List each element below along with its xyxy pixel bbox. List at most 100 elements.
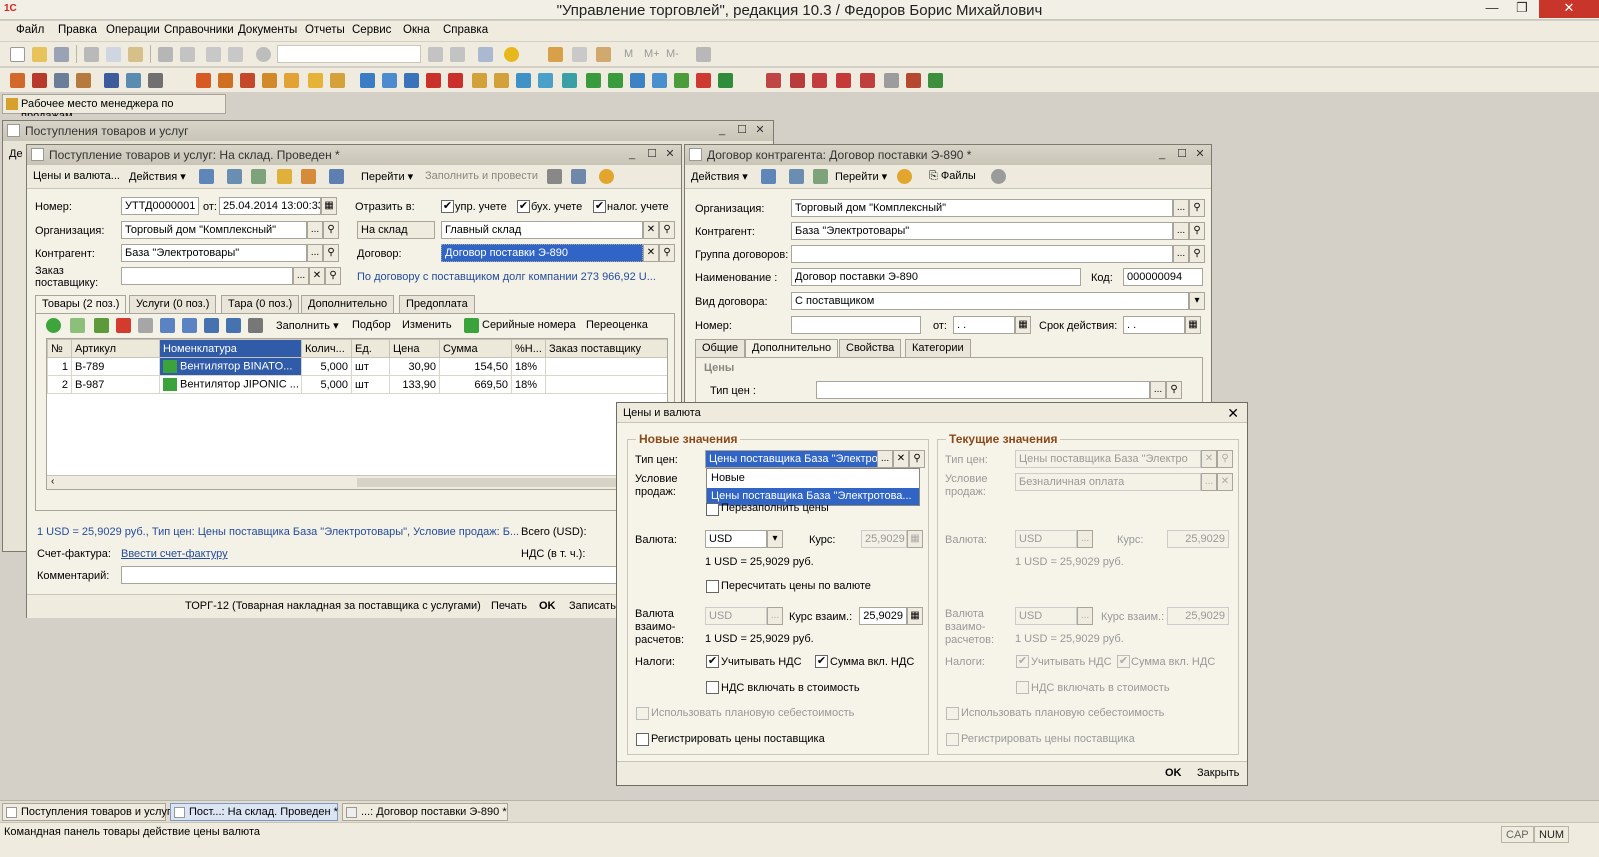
minimize-button[interactable]: — — [1477, 0, 1507, 18]
number-field[interactable]: УТТД0000001 — [121, 197, 199, 215]
close-button[interactable]: ✕ — [1539, 0, 1599, 18]
close-button[interactable]: ✕ — [1193, 147, 1207, 161]
open-icon[interactable] — [32, 47, 47, 62]
purchase-icon-4[interactable] — [426, 73, 441, 88]
warehouse-icon-2[interactable] — [586, 73, 601, 88]
maximize-button[interactable]: ☐ — [735, 123, 749, 137]
contract-number-field[interactable] — [791, 316, 921, 334]
warehouse-icon-4[interactable] — [630, 73, 645, 88]
tax-accounting-checkbox[interactable]: ✔ — [593, 200, 606, 213]
menu-operations[interactable]: Операции — [106, 24, 160, 36]
search-icon[interactable]: ⚲ — [1189, 245, 1205, 263]
new-icon[interactable] — [10, 47, 25, 62]
org-field[interactable]: Торговый дом "Комплексный" — [121, 221, 307, 239]
add-icon[interactable] — [46, 318, 61, 333]
recalc-checkbox[interactable] — [706, 580, 719, 593]
purchase-icon-8[interactable] — [516, 73, 531, 88]
clear-button[interactable]: ✕ — [643, 221, 659, 239]
price-type-field[interactable] — [816, 381, 1150, 399]
debt-link[interactable]: По договору с поставщиком долг компании … — [357, 271, 656, 283]
contractor-field[interactable]: База "Электротовары" — [121, 244, 307, 262]
tab-additional[interactable]: Дополнительно — [301, 295, 395, 313]
fill-icon[interactable] — [277, 169, 292, 184]
files-button[interactable]: ⎘ Файлы — [929, 170, 976, 183]
minimize-button[interactable]: _ — [715, 123, 729, 137]
close-icon[interactable]: ✕ — [1227, 405, 1239, 422]
tab-services[interactable]: Услуги (0 поз.) — [129, 295, 217, 313]
calculator-icon[interactable]: ▦ — [907, 607, 923, 625]
comment-field[interactable] — [121, 566, 617, 584]
report-icon[interactable] — [329, 169, 344, 184]
menu-documents[interactable]: Документы — [238, 24, 297, 36]
edit-icon[interactable] — [94, 318, 109, 333]
col-nomenclature[interactable]: Номенклатура — [159, 339, 302, 358]
search-icon[interactable]: ⚲ — [323, 221, 339, 239]
col-price[interactable]: Цена — [389, 339, 440, 358]
money-icon-7[interactable] — [906, 73, 921, 88]
copy-doc-icon[interactable] — [813, 169, 828, 184]
register-prices-checkbox[interactable] — [636, 733, 649, 746]
search-icon[interactable]: ⚲ — [909, 450, 925, 468]
chevron-down-icon[interactable]: ▾ — [767, 530, 783, 548]
contractor-select-button[interactable]: ... — [307, 244, 323, 262]
tab-containers[interactable]: Тара (0 поз.) — [221, 295, 300, 313]
purchase-icon-1[interactable] — [360, 73, 375, 88]
doc-red-icon[interactable] — [32, 73, 47, 88]
refill-prices-checkbox[interactable] — [706, 503, 719, 516]
tab-additional[interactable]: Дополнительно — [745, 339, 839, 358]
org-field[interactable]: Торговый дом "Комплексный" — [791, 199, 1173, 217]
close-button[interactable]: ✕ — [753, 123, 767, 137]
kind-select[interactable]: С поставщиком — [791, 292, 1189, 310]
menu-help[interactable]: Справка — [443, 24, 488, 36]
cell-nomenclature[interactable]: Вентилятор BINATO... — [159, 357, 302, 376]
prices-currency-button[interactable]: Цены и валюта... — [33, 170, 120, 182]
date-field[interactable]: 25.04.2014 13:00:33 — [219, 197, 321, 215]
price-type-select-button[interactable]: ... — [877, 450, 893, 468]
ok-button[interactable]: OK — [1165, 767, 1182, 779]
tab-properties[interactable]: Свойства — [839, 339, 902, 357]
chart-icon[interactable] — [148, 73, 163, 88]
tab-categories[interactable]: Категории — [905, 339, 971, 357]
actions-button[interactable]: Действия ▾ — [129, 170, 186, 183]
copy-icon[interactable] — [106, 47, 121, 62]
hierarchy-icon[interactable] — [227, 169, 242, 184]
maximize-button[interactable]: ☐ — [645, 147, 659, 161]
doc-blue-icon[interactable] — [54, 73, 69, 88]
search-icon[interactable]: ⚲ — [1189, 222, 1205, 240]
price-type-select-button[interactable]: ... — [1150, 381, 1166, 399]
search-icon[interactable]: ⚲ — [659, 221, 675, 239]
term-field[interactable]: . . — [1123, 316, 1185, 334]
barcode-icon[interactable] — [248, 318, 263, 333]
warehouse-icon-8[interactable] — [718, 73, 733, 88]
code-field[interactable]: 000000094 — [1123, 268, 1203, 286]
horizontal-scrollbar[interactable]: ‹ — [47, 475, 667, 489]
menu-windows[interactable]: Окна — [403, 24, 430, 36]
copy-doc-icon[interactable] — [251, 169, 266, 184]
order-field[interactable] — [121, 267, 293, 285]
money-icon-1[interactable] — [766, 73, 781, 88]
doc-brown-icon[interactable] — [76, 73, 91, 88]
clear-button[interactable]: ✕ — [309, 267, 325, 285]
cell-nomenclature[interactable]: Вентилятор JIPONIC ... — [159, 375, 302, 394]
consider-vat-checkbox[interactable]: ✔ — [706, 655, 719, 668]
paste-icon[interactable] — [128, 47, 143, 62]
money-icon-8[interactable] — [928, 73, 943, 88]
search-icon[interactable]: ⚲ — [659, 244, 675, 262]
sales-icon-7[interactable] — [330, 73, 345, 88]
sales-icon-4[interactable] — [262, 73, 277, 88]
timer-icon[interactable] — [991, 169, 1006, 184]
warehouse-kind-select[interactable]: На склад — [357, 221, 435, 239]
money-icon-2[interactable] — [790, 73, 805, 88]
move-down-icon[interactable] — [182, 318, 197, 333]
search-icon[interactable] — [256, 47, 271, 62]
purchase-icon-5[interactable] — [448, 73, 463, 88]
sort-asc-icon[interactable] — [204, 318, 219, 333]
table-icon[interactable] — [126, 73, 141, 88]
sort-desc-icon[interactable] — [226, 318, 241, 333]
dropdown-item-new[interactable]: Новые — [707, 470, 919, 487]
print-icon[interactable] — [158, 47, 173, 62]
mgmt-accounting-checkbox[interactable]: ✔ — [441, 200, 454, 213]
warehouse-icon-5[interactable] — [652, 73, 667, 88]
help-icon[interactable] — [897, 169, 912, 184]
sales-icon-1[interactable] — [196, 73, 211, 88]
